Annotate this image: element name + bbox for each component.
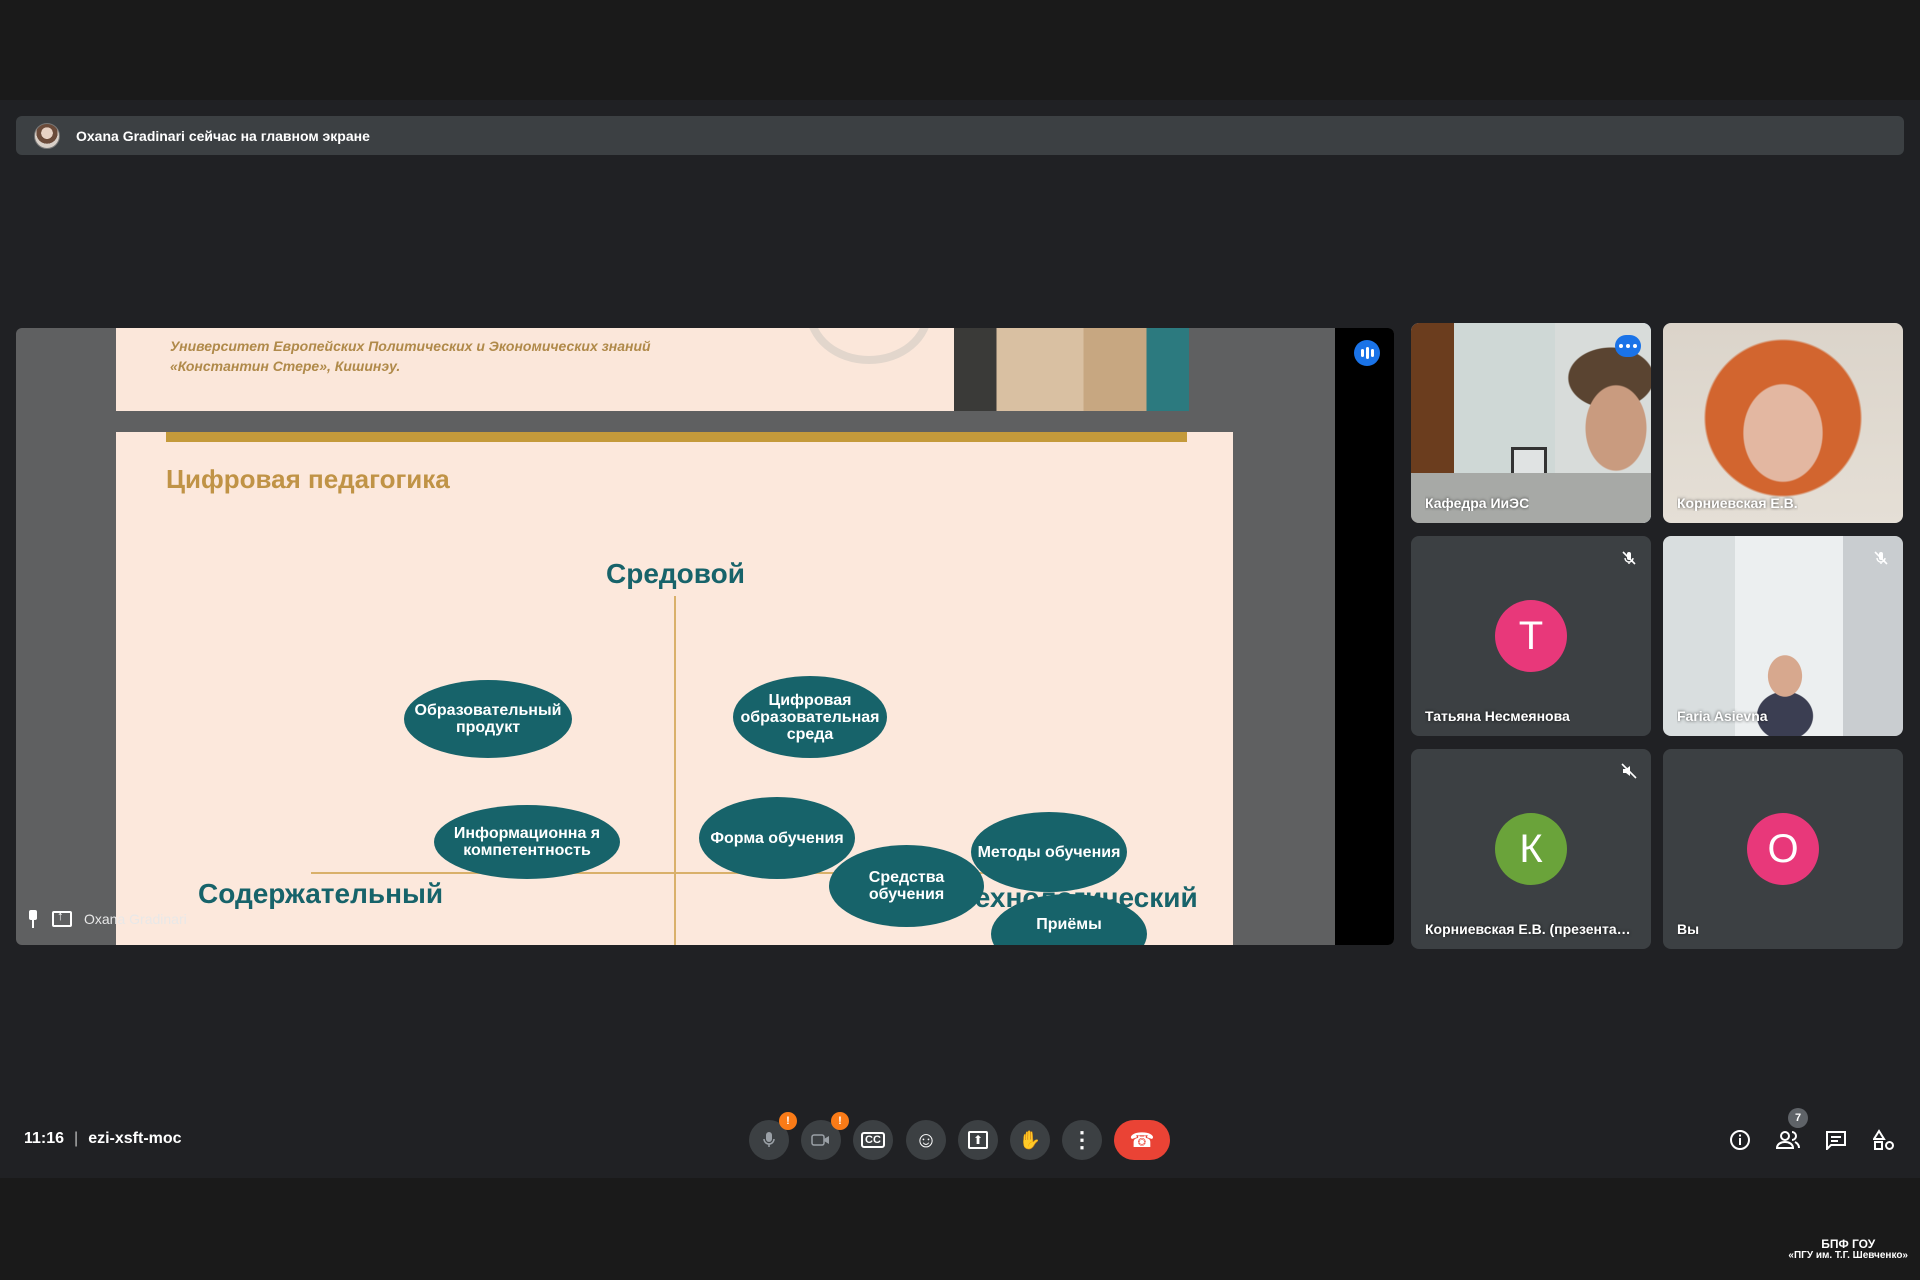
ellipse-information-competence: Информационна я компетентность	[434, 805, 620, 879]
spotlight-notification: Oxana Gradinari сейчас на главном экране	[16, 116, 1904, 155]
main-presentation-tile[interactable]: Университет Европейских Политических и Э…	[16, 328, 1394, 945]
presenter-avatar	[34, 122, 60, 149]
participant-tile-self[interactable]: О Вы	[1663, 749, 1903, 949]
meeting-time: 11:16	[24, 1130, 65, 1147]
participant-tile-faria[interactable]: Faria Asievna	[1663, 536, 1903, 736]
people-icon	[1776, 1131, 1800, 1149]
presentation-slide: Цифровая педагогика Средовой Содержатель…	[116, 432, 1233, 945]
slide-photo	[954, 328, 1189, 411]
phone-hangup-icon: ☎	[1129, 1129, 1155, 1152]
speaker-muted-icon	[1621, 763, 1637, 779]
activities-icon	[1873, 1129, 1894, 1150]
mic-toggle-button[interactable]: !	[749, 1112, 797, 1160]
ellipse-teaching-methods: Методы обучения	[971, 812, 1127, 892]
decorative-arc	[806, 328, 932, 364]
leave-call-button[interactable]: ☎	[1114, 1120, 1170, 1160]
presentation-icon	[52, 908, 72, 927]
mic-off-icon	[763, 1132, 775, 1147]
pin-icon[interactable]	[26, 910, 40, 928]
reactions-button[interactable]: ☺	[906, 1120, 946, 1160]
people-button[interactable]: 7	[1770, 1108, 1808, 1158]
participant-avatar: К	[1495, 813, 1567, 885]
meeting-info: 11:16 | ezi-xsft-moc	[24, 1130, 182, 1148]
camera-toggle-button[interactable]: !	[801, 1112, 849, 1160]
axis-label-top: Средовой	[606, 558, 745, 589]
chat-icon	[1826, 1131, 1846, 1150]
info-icon	[1730, 1130, 1750, 1150]
more-options-button[interactable]: ⋮	[1062, 1120, 1102, 1160]
participant-video	[1663, 323, 1903, 523]
participant-avatar: О	[1747, 813, 1819, 885]
ellipse-learning-tools: Средства обучения	[829, 845, 984, 927]
slide-accent-bar	[166, 432, 1187, 442]
emoji-icon: ☺	[914, 1127, 938, 1152]
chat-button[interactable]	[1818, 1122, 1854, 1158]
broadcast-watermark: БПФ ГОУ «ПГУ им. Т.Г. Шевченко»	[1788, 1238, 1908, 1262]
previous-slide-fragment: Университет Европейских Политических и Э…	[116, 328, 1189, 411]
axis-label-left: Содержательный	[198, 878, 444, 909]
mic-muted-icon	[1874, 551, 1888, 565]
participant-tile-kornievskaya-presentation[interactable]: К Корниевская Е.В. (презентация)	[1411, 749, 1651, 949]
meeting-code[interactable]: ezi-xsft-moc	[88, 1130, 181, 1148]
participant-name: Корниевская Е.В. (презентация)	[1425, 921, 1635, 937]
watermark-line1: БПФ ГОУ	[1821, 1237, 1876, 1251]
watermark-line2: «ПГУ им. Т.Г. Шевченко»	[1788, 1250, 1908, 1261]
participant-name: Faria Asievna	[1677, 708, 1768, 724]
hand-icon: ✋	[1018, 1129, 1042, 1150]
participant-video	[1411, 323, 1651, 523]
mic-muted-icon	[1622, 551, 1636, 565]
participant-video	[1663, 536, 1903, 736]
raise-hand-button[interactable]: ✋	[1010, 1120, 1050, 1160]
university-text: Университет Европейских Политических и Э…	[170, 338, 651, 374]
activities-button[interactable]	[1866, 1122, 1902, 1158]
participant-avatar: Т	[1495, 600, 1567, 672]
warning-badge: !	[779, 1112, 797, 1130]
captions-icon: CC	[861, 1132, 885, 1148]
more-vert-icon: ⋮	[1071, 1127, 1093, 1152]
slide-title: Цифровая педагогика	[166, 464, 450, 494]
captions-button[interactable]: CC	[853, 1120, 893, 1160]
vertical-axis	[674, 596, 676, 945]
presenter-name: Oxana Gradinari	[84, 911, 187, 927]
more-options-icon[interactable]	[1615, 335, 1641, 357]
participant-tile-kafedra[interactable]: Кафедра ИиЭС	[1411, 323, 1651, 523]
warning-badge: !	[831, 1112, 849, 1130]
present-now-button[interactable]: ⬆	[958, 1120, 998, 1160]
participant-tile-tatyana[interactable]: Т Татьяна Несмеянова	[1411, 536, 1651, 736]
speaking-indicator-icon	[1354, 340, 1380, 366]
top-black-bar	[0, 0, 1920, 100]
bottom-black-bar	[0, 1178, 1920, 1280]
video-side-strip	[1335, 328, 1394, 945]
participant-count-badge: 7	[1788, 1108, 1808, 1128]
participant-name: Вы	[1677, 921, 1700, 937]
ellipse-digital-environment: Цифровая образовательная среда	[733, 676, 887, 758]
camera-off-icon	[811, 1134, 829, 1146]
participant-name: Татьяна Несмеянова	[1425, 708, 1570, 724]
meeting-details-button[interactable]	[1722, 1122, 1758, 1158]
ellipse-form-of-learning: Форма обучения	[699, 797, 855, 879]
participant-name: Кафедра ИиЭС	[1425, 495, 1530, 511]
present-screen-icon: ⬆	[967, 1131, 989, 1149]
participant-tile-kornievskaya[interactable]: Корниевская Е.В.	[1663, 323, 1903, 523]
participant-name: Корниевская Е.В.	[1677, 495, 1798, 511]
notification-text: Oxana Gradinari сейчас на главном экране	[76, 127, 370, 144]
ellipse-educational-product: Образовательный продукт	[404, 680, 572, 758]
